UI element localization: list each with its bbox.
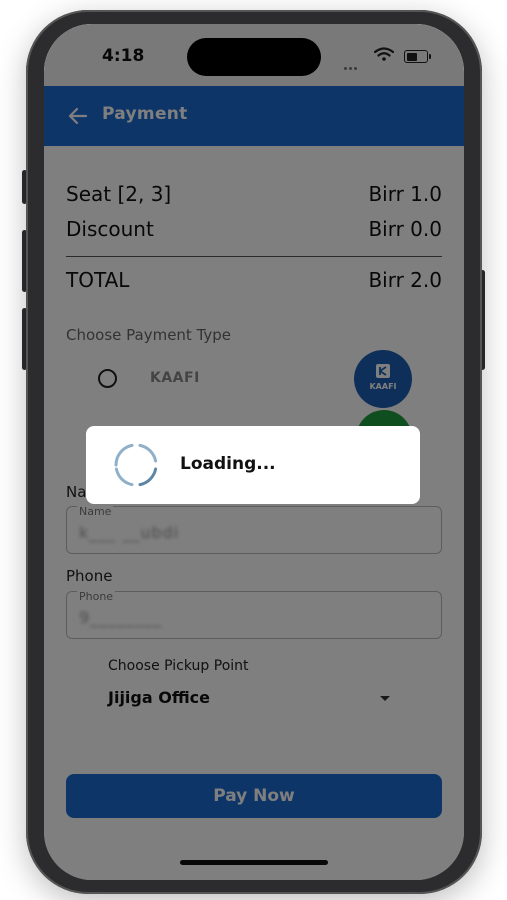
phone-screen: 4:18 Payment Seat [2, 3] Birr 1.0 Discou… [44,24,464,880]
loading-dialog: Loading... [86,426,420,504]
loading-spinner-icon [114,443,158,487]
loading-text: Loading... [180,454,276,474]
